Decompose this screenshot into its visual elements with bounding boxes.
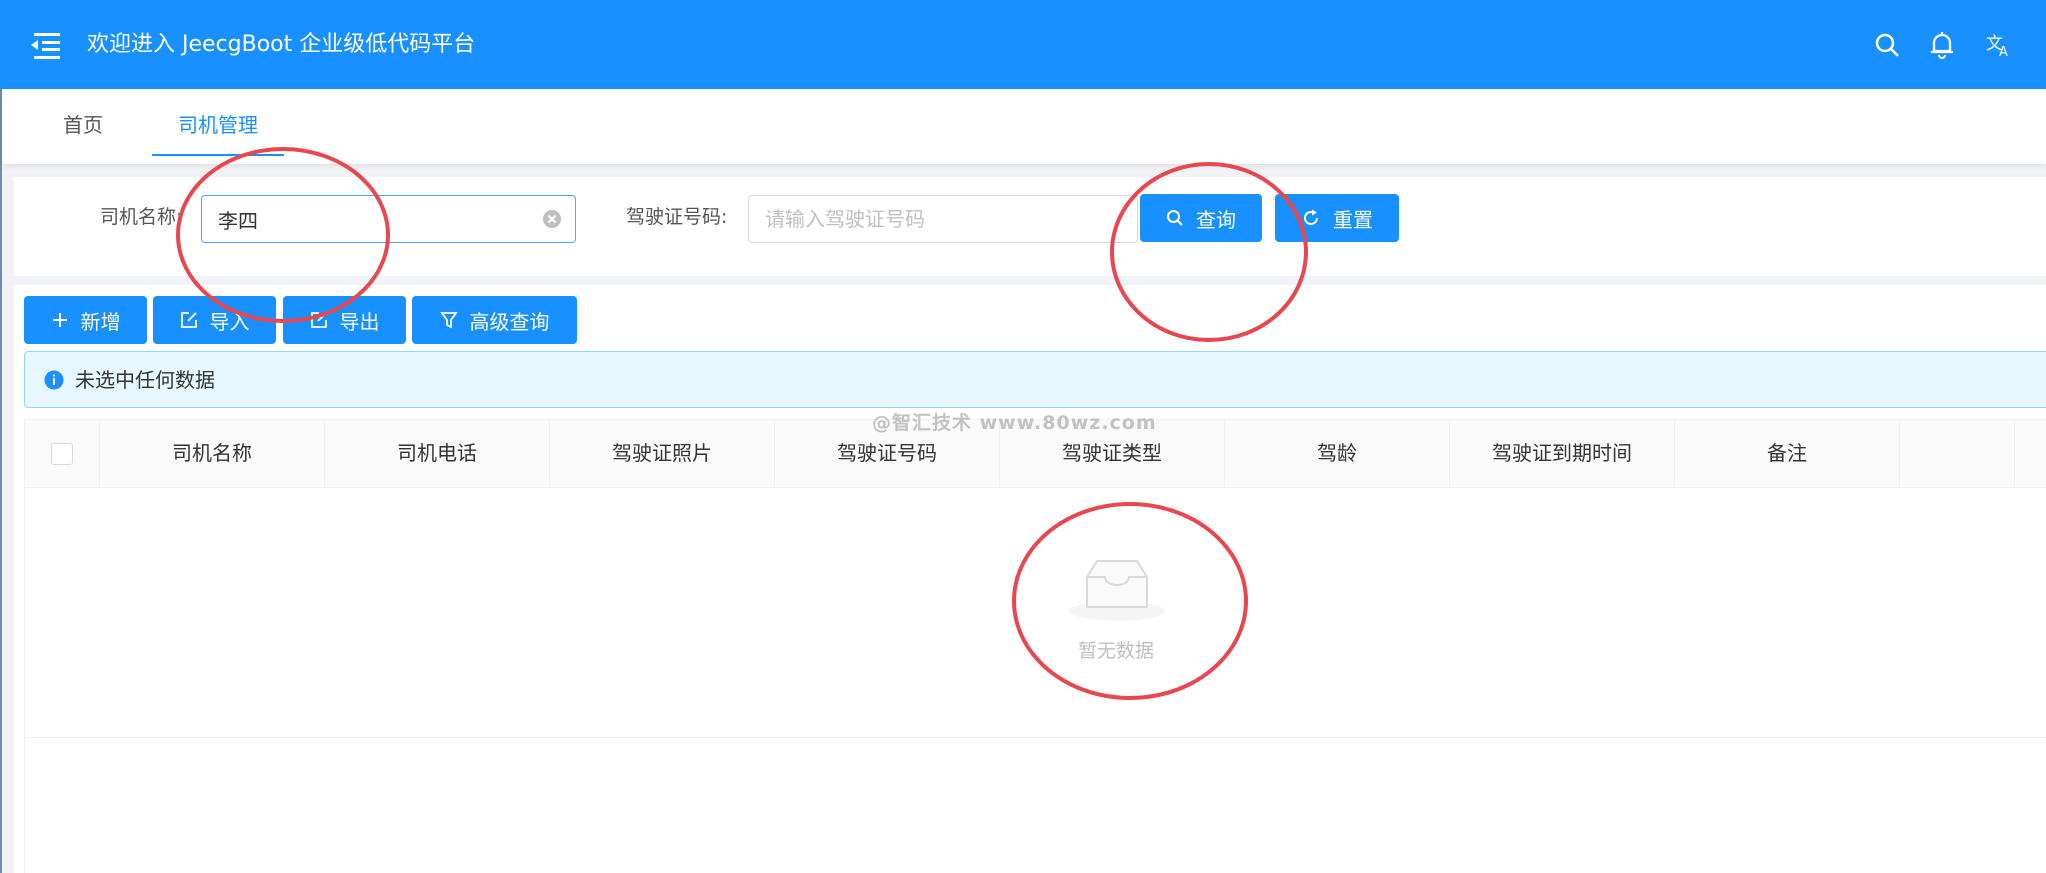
add-button[interactable]: 新增 bbox=[24, 296, 147, 344]
selection-alert: 未选中任何数据 bbox=[24, 351, 2046, 408]
filter-icon bbox=[439, 312, 458, 329]
license-number-label: 驾驶证号码: bbox=[626, 206, 728, 228]
tab-bar: 首页 司机管理 bbox=[2, 89, 2046, 164]
query-button[interactable]: 查询 bbox=[1140, 194, 1262, 242]
search-icon bbox=[1167, 210, 1183, 226]
selection-alert-text: 未选中任何数据 bbox=[75, 368, 215, 392]
advanced-query-button[interactable]: 高级查询 bbox=[412, 296, 577, 344]
table-card: 新增 导入 导出 高级查询 未选中任何数据 司机名称 司机电话 驾驶证照片 驾驶… bbox=[14, 285, 2046, 873]
table-footer-area bbox=[24, 738, 2046, 873]
column-header[interactable]: 驾龄 bbox=[1225, 420, 1450, 487]
driver-name-label: 司机名称: bbox=[100, 206, 183, 228]
search-form: 司机名称: 驾驶证号码: 查询 重置 bbox=[14, 177, 2046, 276]
import-icon bbox=[180, 312, 197, 328]
select-all-cell bbox=[25, 420, 100, 487]
add-button-label: 新增 bbox=[80, 309, 121, 334]
export-button[interactable]: 导出 bbox=[283, 296, 406, 344]
column-header[interactable]: 驾驶证照片 bbox=[550, 420, 775, 487]
column-header[interactable]: 驾驶证到期时间 bbox=[1450, 420, 1675, 487]
tab-driver-management[interactable]: 司机管理 bbox=[152, 89, 284, 156]
page-title: 欢迎进入 JeecgBoot 企业级低代码平台 bbox=[87, 32, 476, 57]
export-button-label: 导出 bbox=[339, 309, 380, 334]
import-button-label: 导入 bbox=[209, 309, 250, 334]
empty-box-icon bbox=[1069, 560, 1165, 621]
query-button-label: 查询 bbox=[1196, 207, 1236, 232]
search-icon[interactable] bbox=[1870, 28, 1904, 62]
svg-text:A: A bbox=[1999, 45, 2008, 58]
plus-icon bbox=[52, 313, 67, 327]
column-header[interactable]: 司机电话 bbox=[325, 420, 550, 487]
top-header: 欢迎进入 JeecgBoot 企业级低代码平台 文A bbox=[0, 0, 2046, 89]
advanced-query-button-label: 高级查询 bbox=[469, 309, 550, 334]
select-all-checkbox[interactable] bbox=[51, 443, 73, 465]
reset-button-label: 重置 bbox=[1333, 207, 1373, 232]
translate-icon[interactable]: 文A bbox=[1983, 28, 2017, 62]
column-header[interactable]: 备注 bbox=[1675, 420, 1900, 487]
license-number-input[interactable] bbox=[748, 195, 1138, 243]
clear-icon[interactable] bbox=[542, 209, 562, 229]
table-body bbox=[24, 488, 2046, 738]
bell-icon[interactable] bbox=[1925, 28, 1959, 62]
driver-name-input[interactable] bbox=[201, 195, 576, 243]
import-button[interactable]: 导入 bbox=[153, 296, 276, 344]
reload-icon bbox=[1304, 209, 1318, 225]
watermark-text: @智汇技术 www.80wz.com bbox=[872, 412, 1157, 434]
reset-button[interactable]: 重置 bbox=[1275, 194, 1399, 242]
tab-home[interactable]: 首页 bbox=[63, 89, 103, 155]
column-header-extra bbox=[1900, 420, 2015, 487]
menu-fold-icon[interactable] bbox=[28, 30, 62, 60]
column-header[interactable]: 司机名称 bbox=[100, 420, 325, 487]
export-icon bbox=[310, 312, 327, 328]
info-icon bbox=[44, 370, 64, 390]
empty-state-text: 暂无数据 bbox=[1078, 640, 1155, 662]
